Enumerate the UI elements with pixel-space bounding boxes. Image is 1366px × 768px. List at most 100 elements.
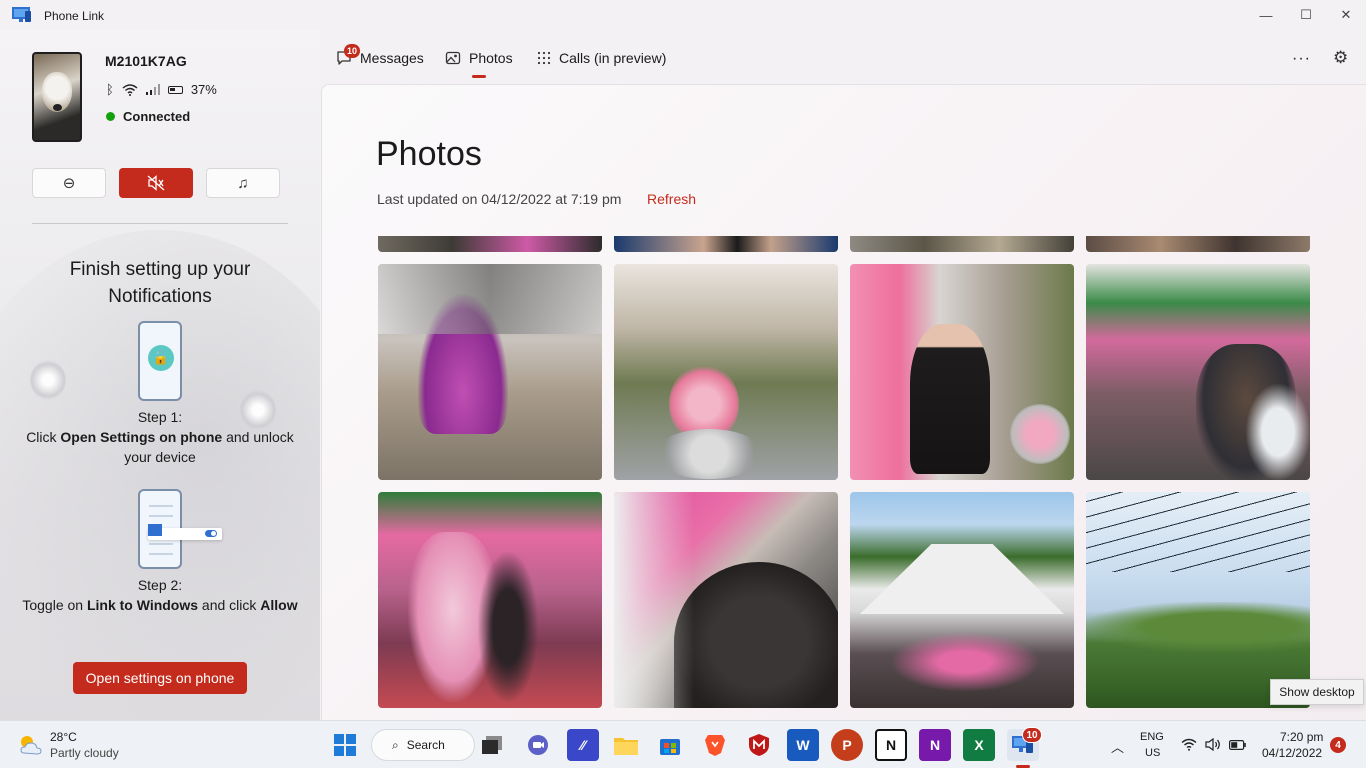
device-panel: M2101K7AG ᛒ 37% Connected ⊖ ♫ Finish set… [0,30,320,720]
messages-badge: 10 [344,44,360,58]
settings-gear-icon[interactable]: ⚙ [1333,48,1348,68]
tab-calls-label: Calls (in preview) [559,50,667,66]
photo-thumbnail[interactable] [1086,492,1310,708]
clock-date[interactable]: 04/12/2022 [1262,746,1322,760]
photo-thumbnail[interactable] [614,236,838,252]
taskbar-app-editor[interactable]: ⁄⁄ [567,729,599,761]
phone-link-app-icon [12,7,31,22]
close-button[interactable]: ✕ [1326,4,1366,26]
music-note-icon: ♫ [237,174,249,192]
taskbar-search[interactable]: ⌕ Search [371,729,475,761]
connection-status: Connected [106,109,190,124]
photo-thumbnail[interactable] [850,264,1074,480]
app-title: Phone Link [44,9,105,23]
editor-app-icon: ⁄⁄ [580,737,586,753]
phone-wallpaper-thumbnail[interactable] [32,52,82,142]
bluetooth-icon: ᛒ [106,82,114,97]
photo-icon [445,51,461,65]
folder-icon [614,738,638,755]
device-status-row: ᛒ 37% [106,82,217,97]
taskbar-app-file-explorer[interactable] [610,729,642,761]
tab-photos-label: Photos [469,50,513,66]
audio-player-button[interactable]: ♫ [206,168,280,198]
partly-cloudy-icon[interactable] [16,731,44,759]
store-icon [660,739,680,755]
show-desktop-tooltip: Show desktop [1270,679,1364,705]
taskbar-app-onenote[interactable]: N [919,729,951,761]
phone-link-badge: 10 [1022,727,1042,743]
unlock-icon: 🔓 [148,345,174,371]
taskbar-app-notion[interactable]: N [875,729,907,761]
step2-label: Step 2: [137,577,183,593]
maximize-button[interactable]: ☐ [1286,4,1326,26]
divider [32,223,288,224]
mute-button[interactable] [119,168,193,198]
connected-dot-icon [106,112,115,121]
taskbar-app-meet[interactable] [522,729,554,761]
phone-unlock-illustration: 🔓 [138,321,182,401]
photo-thumbnail[interactable] [614,492,838,708]
battery-percentage: 37% [190,82,217,97]
photo-thumbnail[interactable] [378,236,602,252]
tab-photos[interactable]: Photos [445,50,513,66]
wifi-tray-icon[interactable] [1181,738,1197,751]
photos-panel: Photos Last updated on 04/12/2022 at 7:1… [321,84,1366,720]
weather-description: Partly cloudy [50,746,119,760]
wifi-icon [122,83,138,96]
notification-count-badge[interactable]: 4 [1330,737,1346,753]
toggle-on-icon [205,530,217,537]
more-options-button[interactable]: ··· [1292,50,1311,68]
taskbar-app-excel[interactable]: X [963,729,995,761]
cellular-signal-icon [145,84,160,95]
photo-thumbnail[interactable] [1086,264,1310,480]
taskbar: 28°C Partly cloudy ⌕ Search ⁄⁄ W P N N X… [0,720,1366,768]
search-icon: ⌕ [392,737,399,752]
active-tab-indicator [472,75,486,78]
taskbar-app-store[interactable] [654,729,686,761]
tab-messages-label: Messages [360,50,424,66]
photo-thumbnail[interactable] [1086,236,1310,252]
weather-temperature: 28°C [50,730,77,744]
pc-icon [148,524,162,536]
keyboard-region: US [1145,747,1161,759]
do-not-disturb-button[interactable]: ⊖ [32,168,106,198]
taskbar-app-mcafee[interactable] [743,729,775,761]
photo-thumbnail[interactable] [378,492,602,708]
task-view-button[interactable] [476,729,508,761]
wallpaper-detail [30,360,66,400]
photo-thumbnail[interactable] [378,264,602,480]
photo-thumbnail[interactable] [850,492,1074,708]
battery-tray-icon[interactable] [1229,740,1246,750]
last-updated-text: Last updated on 04/12/2022 at 7:19 pm [377,191,622,207]
windows-logo-icon [334,734,356,756]
page-title: Photos [376,135,482,173]
show-hidden-icons-button[interactable]: ︿ [1111,737,1124,756]
meet-now-icon [528,735,548,755]
step2-instructions: Toggle on Link to Windows and click Allo… [22,597,298,613]
photo-thumbnail[interactable] [614,264,838,480]
open-settings-on-phone-button[interactable]: Open settings on phone [73,662,247,694]
speaker-muted-icon [147,175,165,191]
dialpad-icon [537,51,551,65]
minimize-button[interactable]: — [1246,4,1286,26]
start-button[interactable] [329,729,361,761]
brave-lion-icon [705,735,725,756]
photo-thumbnail[interactable] [850,236,1074,252]
taskbar-app-word[interactable]: W [787,729,819,761]
search-label: Search [406,738,445,752]
do-not-disturb-icon: ⊖ [62,175,76,192]
step1-label: Step 1: [137,409,183,425]
tab-calls[interactable]: Calls (in preview) [537,50,666,66]
clock-time[interactable]: 7:20 pm [1280,730,1323,744]
refresh-link[interactable]: Refresh [647,191,696,207]
chevron-up-icon: ︿ [1111,740,1125,755]
taskbar-app-brave[interactable] [699,729,731,761]
task-view-icon [482,736,502,754]
mcafee-shield-icon [749,734,769,756]
volume-icon[interactable] [1205,738,1221,751]
step1-instructions: Click Open Settings on phone and unlock … [26,429,294,465]
language-indicator[interactable]: ENG [1140,731,1164,743]
taskbar-app-powerpoint[interactable]: P [831,729,863,761]
connection-status-label: Connected [123,109,191,124]
device-name: M2101K7AG [105,53,187,69]
